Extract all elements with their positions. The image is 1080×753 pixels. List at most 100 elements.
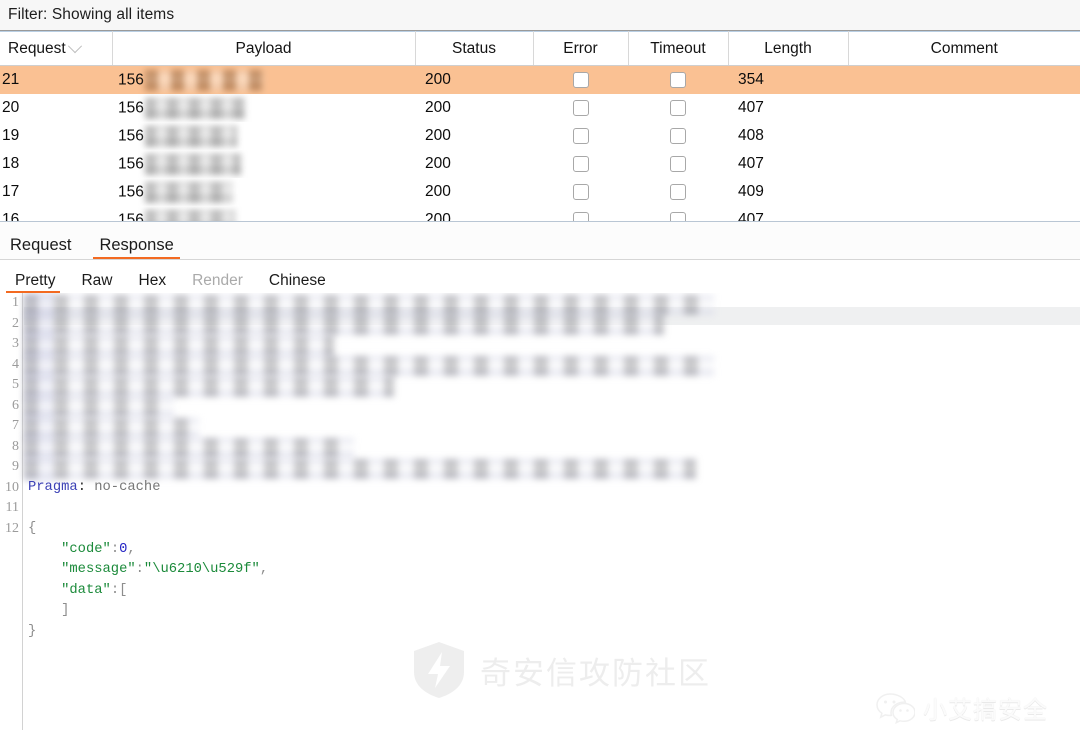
line-number: 3 xyxy=(12,336,19,351)
cell-comment[interactable] xyxy=(848,122,1080,150)
watermark-center-text: 奇安信攻防社区 xyxy=(480,655,711,692)
table-row[interactable]: 19 156 200 408 xyxy=(0,122,1080,150)
error-checkbox[interactable] xyxy=(572,155,589,172)
column-header-status[interactable]: Status xyxy=(415,31,534,66)
timeout-checkbox[interactable] xyxy=(670,155,686,172)
table-row[interactable]: 21 156 200 354 xyxy=(0,65,1080,94)
column-header-error[interactable]: Error xyxy=(533,31,629,66)
cell-comment[interactable] xyxy=(848,94,1080,122)
cell-status: 200 xyxy=(425,155,451,172)
cell-payload-prefix: 156 xyxy=(118,155,144,173)
redacted-payload xyxy=(144,97,245,119)
line-number: 11 xyxy=(5,500,19,515)
cell-length: 407 xyxy=(738,211,764,222)
header-separator: : xyxy=(77,480,95,495)
tab-chinese[interactable]: Chinese xyxy=(256,271,339,294)
tab-request[interactable]: Request xyxy=(6,236,85,260)
timeout-checkbox[interactable] xyxy=(670,71,686,88)
code-line-open-brace: { xyxy=(28,521,37,536)
column-header-timeout-label: Timeout xyxy=(650,39,706,57)
code-line-data: "data":[ xyxy=(61,582,128,598)
header-name: Pragma xyxy=(28,480,78,495)
tab-render-label: Render xyxy=(192,271,243,289)
error-checkbox[interactable] xyxy=(572,211,589,221)
tab-raw[interactable]: Raw xyxy=(68,271,125,294)
cell-length: 407 xyxy=(738,99,764,116)
line-number-gutter: 1 2 3 4 5 6 7 8 9 10 11 12 xyxy=(0,293,23,730)
cell-length: 409 xyxy=(738,183,764,200)
error-checkbox[interactable] xyxy=(572,127,589,144)
timeout-checkbox[interactable] xyxy=(670,99,686,116)
tab-response-label: Response xyxy=(99,235,174,254)
cell-error xyxy=(533,178,628,206)
cell-comment[interactable] xyxy=(848,150,1080,178)
filter-bar[interactable]: Filter: Showing all items xyxy=(0,0,1080,31)
line-number: 4 xyxy=(12,356,19,372)
code-line-message: "message":"\u6210\u529f", xyxy=(61,562,269,577)
table-row[interactable]: 17 156 200 409 xyxy=(0,178,1080,206)
cell-error xyxy=(533,150,628,178)
tab-pretty-label: Pretty xyxy=(15,271,56,289)
cell-request: 19 xyxy=(2,127,20,144)
tab-render: Render xyxy=(179,271,256,294)
cell-payload-prefix: 156 xyxy=(118,71,144,89)
json-key: "code" xyxy=(61,541,111,557)
cell-timeout xyxy=(628,178,728,206)
cell-comment[interactable] xyxy=(848,206,1080,221)
error-checkbox[interactable] xyxy=(572,99,589,116)
error-checkbox[interactable] xyxy=(572,71,589,88)
cell-error xyxy=(533,122,628,150)
tab-raw-label: Raw xyxy=(81,271,113,289)
cell-payload-prefix: 156 xyxy=(118,127,144,145)
code-line-code: "code":0, xyxy=(61,541,136,557)
tab-response[interactable]: Response xyxy=(85,235,187,260)
cell-payload: 156 xyxy=(112,94,415,122)
line-number: 5 xyxy=(12,377,19,392)
cell-length: 407 xyxy=(738,155,764,172)
redacted-payload xyxy=(144,69,263,91)
table-row[interactable]: 20 156 200 407 xyxy=(0,94,1080,122)
header-value: no-cache xyxy=(94,480,161,495)
tab-pretty[interactable]: Pretty xyxy=(2,271,68,294)
cell-timeout xyxy=(628,65,728,94)
timeout-checkbox[interactable] xyxy=(670,211,686,221)
tab-chinese-label: Chinese xyxy=(268,271,326,289)
column-header-request-label: Request xyxy=(8,39,66,57)
timeout-checkbox[interactable] xyxy=(670,127,686,144)
table-row[interactable]: 16 156 200 407 xyxy=(0,206,1080,222)
redacted-payload xyxy=(144,153,241,175)
filter-status-text: Filter: Showing all items xyxy=(8,6,175,23)
chevron-down-icon[interactable] xyxy=(67,38,82,53)
table-header-row: Request Payload Status Error Timeout Len… xyxy=(0,31,1080,66)
results-table: Request Payload Status Error Timeout Len… xyxy=(0,31,1080,222)
code-line-close-brace: } xyxy=(28,623,37,639)
tab-hex[interactable]: Hex xyxy=(126,272,180,294)
line-number: 7 xyxy=(12,418,19,433)
column-header-length[interactable]: Length xyxy=(728,31,849,66)
error-checkbox[interactable] xyxy=(572,183,589,200)
response-body-viewer[interactable]: 1 2 3 4 5 6 7 8 9 10 11 12 Pragma: no-ca… xyxy=(0,293,1080,748)
column-header-request[interactable]: Request xyxy=(0,31,113,66)
table-row[interactable]: 18 156 200 407 xyxy=(0,150,1080,178)
column-header-error-label: Error xyxy=(563,39,598,57)
cell-error xyxy=(533,94,628,122)
column-header-length-label: Length xyxy=(764,39,812,57)
watermark-center: 奇安信攻防社区 xyxy=(412,641,711,699)
cell-status: 200 xyxy=(425,183,451,200)
cell-timeout xyxy=(628,150,728,178)
column-header-payload[interactable]: Payload xyxy=(112,31,416,66)
shield-lightning-icon xyxy=(414,642,464,698)
timeout-checkbox[interactable] xyxy=(670,183,686,200)
line-number: 2 xyxy=(12,315,19,331)
cell-request: 21 xyxy=(0,65,112,94)
column-header-timeout[interactable]: Timeout xyxy=(628,31,729,66)
cell-comment[interactable] xyxy=(848,178,1080,206)
redacted-header-line xyxy=(24,397,174,417)
redacted-header-line xyxy=(24,356,714,376)
json-value: [ xyxy=(119,582,128,598)
column-header-comment[interactable]: Comment xyxy=(848,31,1080,66)
cell-request: 20 xyxy=(2,99,20,116)
cell-comment[interactable] xyxy=(848,65,1080,94)
results-table-container[interactable]: Request Payload Status Error Timeout Len… xyxy=(0,31,1080,222)
